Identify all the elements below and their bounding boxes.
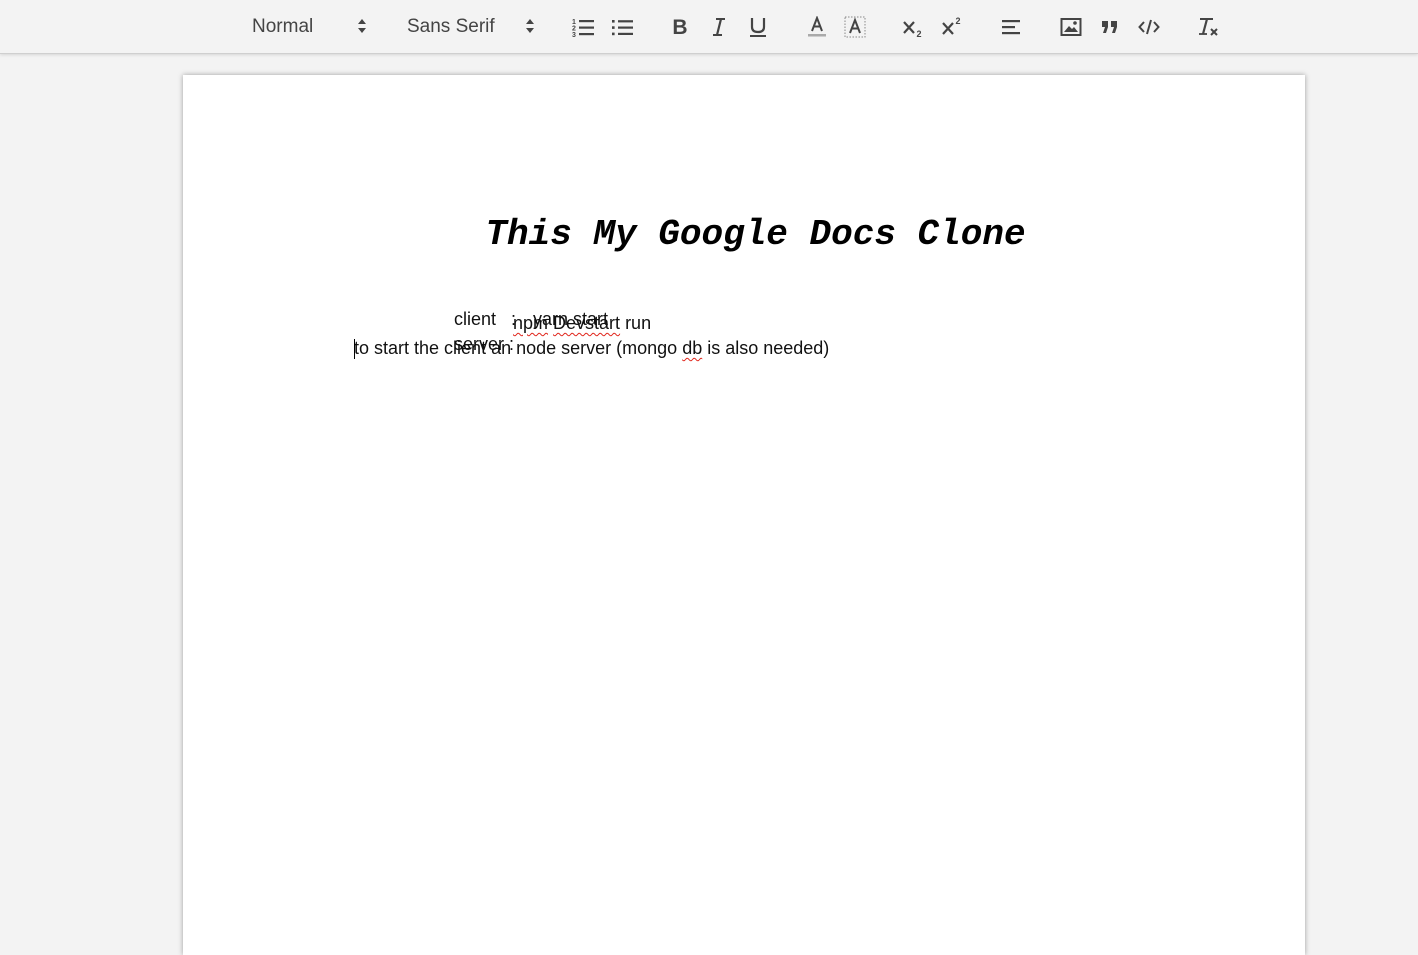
document-title[interactable]: This My Google Docs Clone — [183, 214, 1328, 255]
server-command[interactable]: npm Devstart run — [513, 313, 651, 334]
text-color-button[interactable] — [803, 0, 831, 53]
note-text: to start the client an node server (mong… — [354, 338, 683, 358]
align-button[interactable] — [998, 0, 1026, 53]
font-picker[interactable]: Sans Serif — [407, 0, 534, 53]
highlight-color-button[interactable] — [841, 0, 869, 53]
svg-text:B: B — [672, 17, 687, 37]
insert-image-button[interactable] — [1057, 0, 1085, 53]
bold-icon: B — [672, 17, 687, 37]
highlight-color-icon — [844, 16, 866, 37]
note-text: is also needed) — [702, 338, 830, 358]
bullet-list-icon — [612, 19, 633, 35]
align-left-icon — [1002, 19, 1020, 34]
subscript-button[interactable]: 2 — [900, 0, 928, 53]
heading-picker[interactable]: Normal — [252, 0, 366, 53]
instructions-note[interactable]: to start the client an node server (mong… — [354, 338, 829, 359]
underline-button[interactable] — [744, 0, 772, 53]
misspelled-word[interactable]: npm — [513, 313, 548, 333]
svg-text:3: 3 — [572, 32, 576, 37]
svg-text:2: 2 — [917, 29, 922, 38]
misspelled-word[interactable]: db — [682, 338, 702, 358]
italic-icon — [713, 17, 725, 36]
italic-button[interactable] — [705, 0, 733, 53]
image-icon — [1060, 17, 1082, 36]
server-command-rest: run — [620, 313, 652, 333]
clear-formatting-icon — [1199, 17, 1218, 36]
code-block-button[interactable] — [1135, 0, 1163, 53]
superscript-button[interactable]: 2 — [939, 0, 967, 53]
superscript-icon: 2 — [942, 16, 961, 35]
font-picker-label: Sans Serif — [407, 15, 495, 37]
svg-text:2: 2 — [956, 16, 961, 26]
text-cursor — [354, 339, 355, 359]
blockquote-icon — [1102, 20, 1117, 33]
ordered-list-icon: 1 2 3 — [572, 19, 594, 37]
heading-picker-label: Normal — [252, 15, 314, 37]
picker-arrows-icon — [358, 19, 366, 33]
ordered-list-button[interactable]: 1 2 3 — [569, 0, 597, 53]
document-page[interactable]: This My Google Docs Clone client : yarn … — [183, 75, 1305, 955]
subscript-icon: 2 — [903, 20, 922, 38]
picker-arrows-icon — [526, 19, 534, 33]
bold-button[interactable]: B — [666, 0, 694, 53]
misspelled-word[interactable]: Devstart — [553, 313, 620, 333]
editor-toolbar: Normal Sans Serif 1 2 3 B 2 2 — [0, 0, 1418, 54]
code-block-icon — [1138, 19, 1160, 34]
clear-formatting-button[interactable] — [1194, 0, 1222, 53]
bullet-list-button[interactable] — [608, 0, 636, 53]
text-color-icon — [808, 15, 826, 36]
underline-icon — [750, 17, 766, 37]
blockquote-button[interactable] — [1096, 0, 1124, 53]
